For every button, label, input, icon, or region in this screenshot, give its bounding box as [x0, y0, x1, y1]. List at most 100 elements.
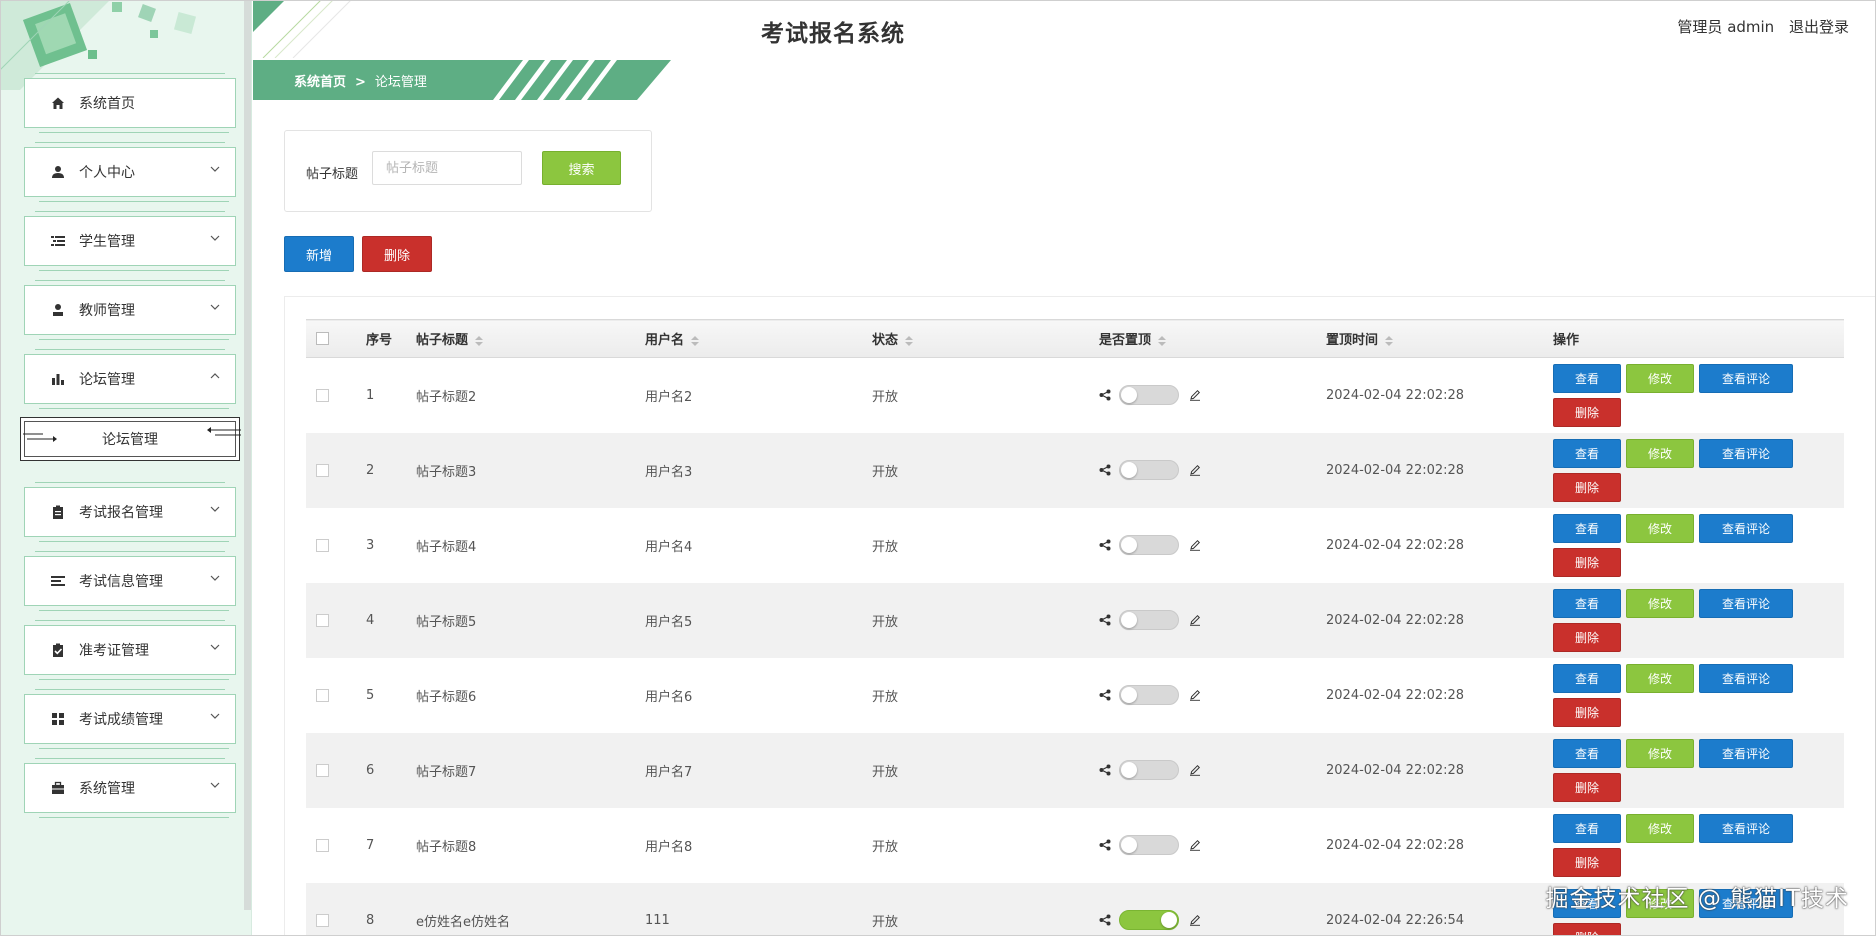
- chevron-down-icon: [210, 235, 220, 241]
- row-checkbox[interactable]: [316, 463, 329, 477]
- breadcrumb-home[interactable]: 系统首页: [294, 75, 346, 90]
- edit-pen-icon: [1190, 914, 1201, 926]
- col-header-status[interactable]: 状态: [872, 320, 1099, 358]
- submenu-item-forum-management[interactable]: 论坛管理: [20, 417, 241, 461]
- cell-status: 开放: [872, 539, 899, 555]
- pinned-toggle[interactable]: [1119, 610, 1179, 630]
- pinned-toggle[interactable]: [1119, 460, 1179, 480]
- cell-pinned: [1099, 733, 1326, 808]
- edit-pen-icon: [1190, 689, 1201, 701]
- edit-button[interactable]: 修改: [1626, 738, 1694, 768]
- view-button[interactable]: 查看: [1553, 588, 1621, 618]
- view-comments-button[interactable]: 查看评论: [1699, 588, 1793, 618]
- sidebar-item-home[interactable]: 系统首页: [24, 73, 236, 133]
- view-button[interactable]: 查看: [1553, 438, 1621, 468]
- sidebar-item-forum[interactable]: 论坛管理: [24, 349, 236, 409]
- row-checkbox[interactable]: [316, 388, 329, 402]
- view-comments-button[interactable]: 查看评论: [1699, 438, 1793, 468]
- table-row[interactable]: 3 帖子标题4 用户名4 开放 2024-02-04 22:02:28 查看 修…: [306, 508, 1844, 583]
- batch-delete-button[interactable]: 删除: [362, 236, 432, 272]
- table-row[interactable]: 7 帖子标题8 用户名8 开放 2024-02-04 22:02:28 查看 修…: [306, 808, 1844, 883]
- pinned-toggle[interactable]: [1119, 835, 1179, 855]
- cell-pinned: [1099, 583, 1326, 658]
- delete-button[interactable]: 删除: [1553, 397, 1621, 427]
- view-comments-button[interactable]: 查看评论: [1699, 363, 1793, 393]
- col-header-title[interactable]: 帖子标题: [416, 320, 645, 358]
- view-button[interactable]: 查看: [1553, 363, 1621, 393]
- delete-button[interactable]: 删除: [1553, 697, 1621, 727]
- row-checkbox[interactable]: [316, 838, 329, 852]
- row-checkbox[interactable]: [316, 688, 329, 702]
- view-comments-button[interactable]: 查看评论: [1699, 738, 1793, 768]
- sort-icon: [1158, 335, 1167, 346]
- chevron-down-icon: [210, 575, 220, 581]
- col-header-user[interactable]: 用户名: [645, 320, 872, 358]
- col-header-pin-time[interactable]: 置顶时间: [1326, 320, 1553, 358]
- sidebar-scrollbar[interactable]: [244, 0, 251, 910]
- view-button[interactable]: 查看: [1553, 663, 1621, 693]
- row-checkbox[interactable]: [316, 613, 329, 627]
- sidebar-item-exam-scores[interactable]: 考试成绩管理: [24, 689, 236, 749]
- sidebar-item-personal-center[interactable]: 个人中心: [24, 142, 236, 202]
- pinned-toggle[interactable]: [1119, 685, 1179, 705]
- search-button[interactable]: 搜索: [542, 151, 621, 185]
- pinned-toggle[interactable]: [1119, 910, 1179, 930]
- edit-button[interactable]: 修改: [1626, 813, 1694, 843]
- sidebar-item-students[interactable]: 学生管理: [24, 211, 236, 271]
- search-input[interactable]: [372, 151, 522, 185]
- logout-link[interactable]: 退出登录: [1789, 18, 1849, 36]
- edit-button[interactable]: 修改: [1626, 663, 1694, 693]
- col-header-label: 用户名: [645, 333, 685, 348]
- share-icon: [1099, 464, 1111, 476]
- view-comments-button[interactable]: 查看评论: [1699, 663, 1793, 693]
- row-checkbox[interactable]: [316, 763, 329, 777]
- delete-button[interactable]: 删除: [1553, 622, 1621, 652]
- table-row[interactable]: 6 帖子标题7 用户名7 开放 2024-02-04 22:02:28 查看 修…: [306, 732, 1844, 808]
- chevron-down-icon: [210, 506, 220, 512]
- cell-title: 帖子标题7: [416, 764, 477, 780]
- table-row[interactable]: 1 帖子标题2 用户名2 开放 2024-02-04 22:02:28 查看 修…: [306, 358, 1844, 433]
- view-comments-button[interactable]: 查看评论: [1699, 513, 1793, 543]
- delete-button[interactable]: 删除: [1553, 922, 1621, 935]
- delete-button[interactable]: 删除: [1553, 847, 1621, 877]
- edit-button[interactable]: 修改: [1626, 363, 1694, 393]
- sidebar-item-exam-registration[interactable]: 考试报名管理: [24, 482, 236, 542]
- pinned-toggle[interactable]: [1119, 385, 1179, 406]
- pinned-toggle[interactable]: [1119, 535, 1179, 555]
- sidebar-item-exam-info[interactable]: 考试信息管理: [24, 551, 236, 611]
- add-button[interactable]: 新增: [284, 236, 354, 272]
- cell-ops: 查看 修改 查看评论 删除: [1553, 433, 1844, 508]
- edit-button[interactable]: 修改: [1626, 438, 1694, 468]
- table-row[interactable]: 4 帖子标题5 用户名5 开放 2024-02-04 22:02:28 查看 修…: [306, 582, 1844, 658]
- share-icon: [1099, 614, 1111, 626]
- sidebar: 系统首页 个人中心 学生管理 教师管理 论坛管理 论坛管理 考试报名管理 考试信…: [0, 0, 252, 936]
- edit-pen-icon: [1190, 614, 1201, 626]
- sidebar-item-system[interactable]: 系统管理: [24, 758, 236, 818]
- cell-title: 帖子标题2: [416, 389, 477, 405]
- row-checkbox[interactable]: [316, 913, 329, 927]
- clipboard-check-icon: [51, 643, 65, 657]
- table-row[interactable]: 2 帖子标题3 用户名3 开放 2024-02-04 22:02:28 查看 修…: [306, 432, 1844, 508]
- sidebar-item-label: 系统管理: [79, 781, 135, 797]
- sort-icon: [905, 335, 914, 346]
- view-button[interactable]: 查看: [1553, 738, 1621, 768]
- col-header-pinned[interactable]: 是否置顶: [1099, 320, 1326, 358]
- delete-button[interactable]: 删除: [1553, 472, 1621, 502]
- sidebar-item-admission-ticket[interactable]: 准考证管理: [24, 620, 236, 680]
- delete-button[interactable]: 删除: [1553, 772, 1621, 802]
- sidebar-item-teachers[interactable]: 教师管理: [24, 280, 236, 340]
- col-header-no: 序号: [366, 333, 393, 348]
- edit-button[interactable]: 修改: [1626, 513, 1694, 543]
- row-checkbox[interactable]: [316, 538, 329, 552]
- delete-button[interactable]: 删除: [1553, 547, 1621, 577]
- view-button[interactable]: 查看: [1553, 813, 1621, 843]
- view-button[interactable]: 查看: [1553, 513, 1621, 543]
- table-row[interactable]: 5 帖子标题6 用户名6 开放 2024-02-04 22:02:28 查看 修…: [306, 658, 1844, 733]
- view-comments-button[interactable]: 查看评论: [1699, 813, 1793, 843]
- cell-title: e仿姓名e仿姓名: [416, 914, 510, 930]
- pinned-toggle[interactable]: [1119, 760, 1179, 780]
- edit-button[interactable]: 修改: [1626, 588, 1694, 618]
- breadcrumb-separator: >: [355, 75, 366, 90]
- submenu-item-label: 论坛管理: [102, 432, 158, 448]
- select-all-checkbox[interactable]: [316, 332, 329, 345]
